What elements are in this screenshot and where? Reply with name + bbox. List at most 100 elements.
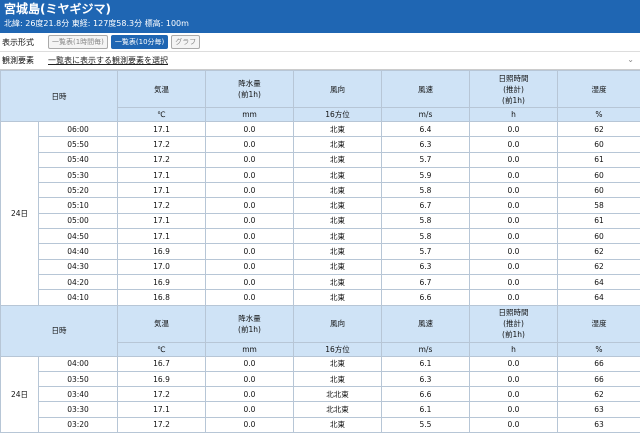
table-row: 03:3017.10.0北北東6.10.063: [1, 402, 640, 417]
header-wind-direction: 風向: [294, 305, 382, 342]
table-row: 04:4016.90.0北東5.70.062: [1, 244, 640, 259]
cell-sunshine: 0.0: [470, 244, 558, 259]
cell-precipitation: 0.0: [206, 122, 294, 137]
cell-wind-direction: 北東: [294, 371, 382, 386]
cell-wind-direction: 北東: [294, 137, 382, 152]
cell-temperature: 17.1: [118, 122, 206, 137]
unit-humidity: %: [558, 108, 640, 122]
unit-wind-direction: 16方位: [294, 342, 382, 356]
cell-sunshine: 0.0: [470, 259, 558, 274]
cell-time: 06:00: [39, 122, 118, 137]
cell-precipitation: 0.0: [206, 167, 294, 182]
cell-humidity: 64: [558, 274, 640, 289]
station-header: 宮城島(ミヤギジマ) 北緯: 26度21.8分 東経: 127度58.3分 標高…: [0, 0, 640, 33]
table-row: 03:2017.20.0北東5.50.063: [1, 417, 640, 432]
cell-humidity: 60: [558, 137, 640, 152]
graph-button[interactable]: グラフ: [171, 35, 200, 49]
cell-wind-speed: 5.8: [382, 183, 470, 198]
display-format-label: 表示形式: [2, 37, 48, 48]
cell-precipitation: 0.0: [206, 290, 294, 305]
cell-sunshine: 0.0: [470, 290, 558, 305]
ten-minute-table-button[interactable]: 一覧表(10分毎): [111, 35, 168, 49]
station-title: 宮城島(ミヤギジマ): [4, 0, 636, 18]
cell-humidity: 62: [558, 244, 640, 259]
cell-temperature: 17.1: [118, 229, 206, 244]
chevron-down-icon[interactable]: ⌄: [627, 55, 634, 64]
cell-time: 05:10: [39, 198, 118, 213]
cell-time: 04:30: [39, 259, 118, 274]
cell-humidity: 60: [558, 229, 640, 244]
cell-wind-direction: 北東: [294, 229, 382, 244]
table-row: 04:1016.80.0北東6.60.064: [1, 290, 640, 305]
cell-time: 05:40: [39, 152, 118, 167]
header-datetime: 日時: [1, 305, 118, 356]
cell-wind-direction: 北東: [294, 290, 382, 305]
table-row: 05:0017.10.0北東5.80.061: [1, 213, 640, 228]
cell-precipitation: 0.0: [206, 356, 294, 371]
cell-wind-direction: 北東: [294, 122, 382, 137]
unit-precipitation: mm: [206, 108, 294, 122]
cell-wind-direction: 北北東: [294, 402, 382, 417]
cell-precipitation: 0.0: [206, 244, 294, 259]
cell-wind-direction: 北東: [294, 274, 382, 289]
header-sunshine: 日照時間(推計)(前1h): [470, 71, 558, 108]
cell-wind-speed: 6.3: [382, 137, 470, 152]
cell-precipitation: 0.0: [206, 417, 294, 432]
cell-wind-direction: 北東: [294, 183, 382, 198]
station-info: 北緯: 26度21.8分 東経: 127度58.3分 標高: 100m: [4, 18, 636, 29]
cell-time: 05:20: [39, 183, 118, 198]
cell-sunshine: 0.0: [470, 137, 558, 152]
unit-wind-speed: m/s: [382, 108, 470, 122]
cell-temperature: 16.9: [118, 244, 206, 259]
cell-wind-speed: 5.8: [382, 213, 470, 228]
cell-sunshine: 0.0: [470, 417, 558, 432]
cell-precipitation: 0.0: [206, 402, 294, 417]
cell-temperature: 17.2: [118, 198, 206, 213]
cell-time: 03:40: [39, 387, 118, 402]
cell-time: 04:50: [39, 229, 118, 244]
observation-elements-select[interactable]: 一覧表に表示する観測要素を選択: [48, 55, 168, 66]
cell-sunshine: 0.0: [470, 371, 558, 386]
cell-temperature: 17.2: [118, 152, 206, 167]
cell-wind-speed: 5.9: [382, 167, 470, 182]
cell-time: 04:20: [39, 274, 118, 289]
unit-temperature: ℃: [118, 108, 206, 122]
cell-sunshine: 0.0: [470, 229, 558, 244]
table-row: 05:5017.20.0北東6.30.060: [1, 137, 640, 152]
cell-wind-speed: 6.1: [382, 356, 470, 371]
unit-sunshine: h: [470, 342, 558, 356]
cell-wind-speed: 5.7: [382, 244, 470, 259]
table-row: 04:2016.90.0北東6.70.064: [1, 274, 640, 289]
cell-wind-speed: 6.6: [382, 290, 470, 305]
cell-time: 03:30: [39, 402, 118, 417]
table-row: 05:4017.20.0北東5.70.061: [1, 152, 640, 167]
cell-sunshine: 0.0: [470, 387, 558, 402]
cell-wind-speed: 6.7: [382, 274, 470, 289]
cell-temperature: 17.2: [118, 137, 206, 152]
observation-table: 日時気温降水量(前1h)風向風速日照時間(推計)(前1h)湿度℃mm16方位m/…: [0, 70, 640, 433]
cell-humidity: 58: [558, 198, 640, 213]
cell-temperature: 17.2: [118, 387, 206, 402]
cell-sunshine: 0.0: [470, 198, 558, 213]
unit-sunshine: h: [470, 108, 558, 122]
unit-wind-direction: 16方位: [294, 108, 382, 122]
header-precipitation: 降水量(前1h): [206, 305, 294, 342]
cell-wind-speed: 6.7: [382, 198, 470, 213]
hourly-table-button[interactable]: 一覧表(1時間毎): [48, 35, 108, 49]
table-header-row: 日時気温降水量(前1h)風向風速日照時間(推計)(前1h)湿度: [1, 71, 640, 108]
cell-time: 03:20: [39, 417, 118, 432]
cell-precipitation: 0.0: [206, 213, 294, 228]
cell-wind-direction: 北東: [294, 259, 382, 274]
cell-humidity: 64: [558, 290, 640, 305]
cell-time: 05:50: [39, 137, 118, 152]
cell-humidity: 66: [558, 356, 640, 371]
cell-humidity: 60: [558, 183, 640, 198]
cell-time: 05:30: [39, 167, 118, 182]
cell-precipitation: 0.0: [206, 371, 294, 386]
display-format-row: 表示形式 一覧表(1時間毎) 一覧表(10分毎) グラフ: [0, 33, 640, 52]
table-row: 03:5016.90.0北東6.30.066: [1, 371, 640, 386]
cell-wind-direction: 北東: [294, 417, 382, 432]
table-header-row: 日時気温降水量(前1h)風向風速日照時間(推計)(前1h)湿度: [1, 305, 640, 342]
cell-humidity: 62: [558, 122, 640, 137]
unit-precipitation: mm: [206, 342, 294, 356]
